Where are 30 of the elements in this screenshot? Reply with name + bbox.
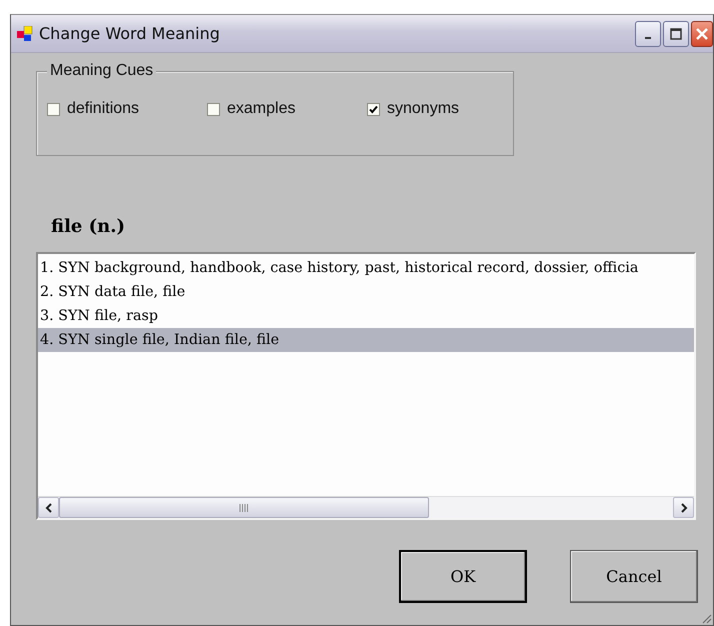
word-heading: file (n.) [51, 216, 126, 239]
ok-button[interactable]: OK [399, 550, 527, 603]
minimize-icon [645, 36, 651, 38]
checkbox[interactable] [367, 102, 380, 116]
list-item[interactable]: 4. SYN single file, Indian file, file [38, 328, 694, 352]
maximize-icon [670, 28, 682, 40]
scroll-right-button[interactable] [673, 497, 694, 518]
resize-grip-icon[interactable] [702, 614, 712, 624]
app-icon [17, 26, 33, 42]
chevron-left-icon [44, 502, 52, 512]
checkbox[interactable] [207, 102, 220, 116]
scrollbar-thumb[interactable] [59, 497, 429, 518]
checkbox[interactable] [47, 102, 60, 116]
grip-lines-icon [239, 504, 249, 512]
checkbox-label[interactable]: examples [227, 100, 296, 118]
list-item[interactable]: 3. SYN file, rasp [38, 304, 694, 328]
checkbox-label[interactable]: definitions [67, 100, 140, 118]
scroll-left-button[interactable] [38, 497, 59, 518]
checkbox-label[interactable]: synonyms [387, 100, 460, 118]
close-icon [695, 26, 709, 40]
chevron-right-icon [680, 502, 688, 512]
group-title: Meaning Cues [47, 62, 156, 80]
horizontal-scrollbar[interactable] [38, 496, 694, 518]
list-item[interactable]: 1. SYN background, handbook, case history, past, historical record, dossier, officia [38, 256, 694, 280]
window-title: Change Word Meaning [39, 24, 220, 43]
list-item[interactable]: 2. SYN data file, file [38, 280, 694, 304]
close-button[interactable] [691, 20, 713, 46]
minimize-button[interactable] [635, 20, 661, 46]
maximize-button[interactable] [663, 20, 689, 46]
cancel-button[interactable]: Cancel [570, 550, 698, 603]
